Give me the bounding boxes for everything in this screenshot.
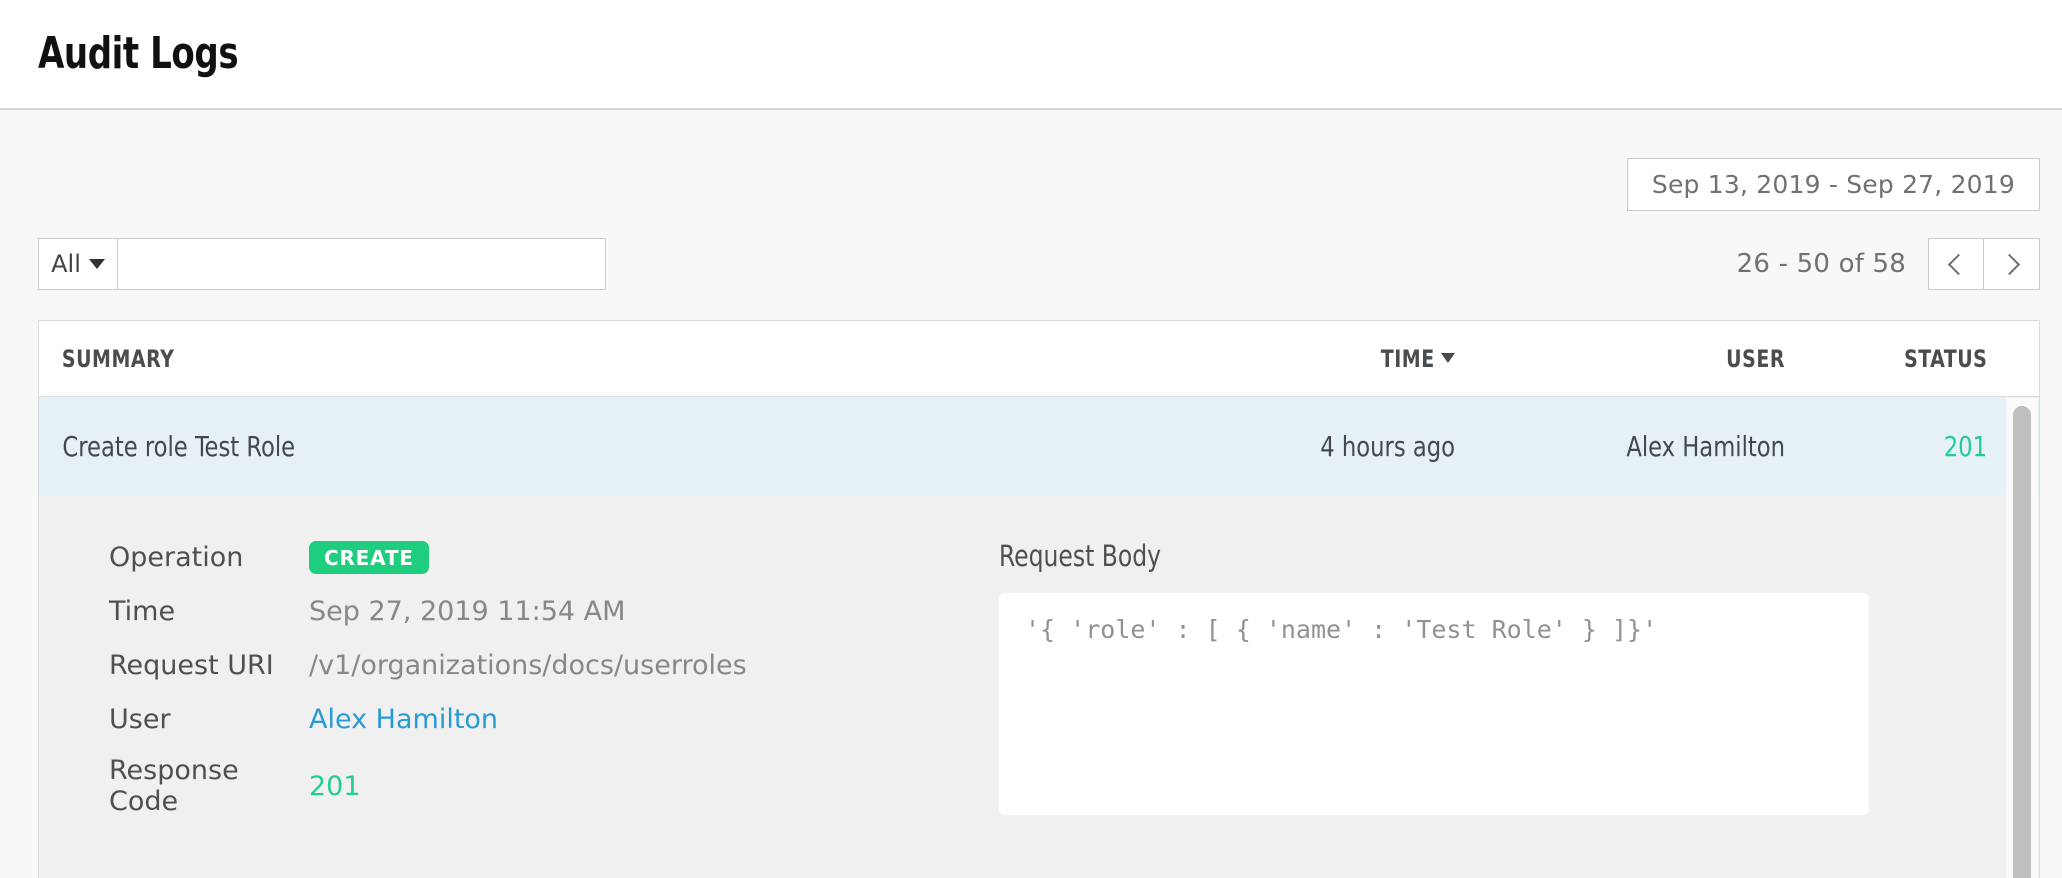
row-status: 201 — [1807, 430, 2005, 463]
request-body-label: Request Body — [999, 539, 1782, 573]
page-title: Audit Logs — [38, 32, 238, 76]
filter-dropdown-label: All — [51, 250, 81, 278]
column-header-time-label: Time — [1381, 345, 1435, 373]
request-body-content: '{ 'role' : [ { 'name' : 'Test Role' } ]… — [999, 593, 1869, 815]
detail-field-response-code: Response Code 201 — [109, 755, 999, 817]
row-summary: Create role Test Role — [39, 430, 953, 463]
detail-field-list: Operation CREATE Time Sep 27, 2019 11:54… — [39, 539, 999, 835]
detail-label-time: Time — [109, 596, 309, 627]
detail-label-request-uri: Request URI — [109, 650, 309, 681]
date-range-picker[interactable]: Sep 13, 2019 - Sep 27, 2019 — [1627, 158, 2040, 211]
request-body-section: Request Body '{ 'role' : [ { 'name' : 'T… — [999, 539, 2039, 835]
table-scrollbar[interactable] — [2005, 398, 2038, 878]
detail-label-user: User — [109, 704, 309, 735]
detail-label-response-code: Response Code — [109, 755, 309, 817]
detail-value-request-uri: /v1/organizations/docs/userroles — [309, 650, 747, 681]
audit-logs-page: Audit Logs Sep 13, 2019 - Sep 27, 2019 A… — [0, 0, 2062, 878]
column-header-user[interactable]: User — [1495, 345, 1785, 373]
caret-down-icon — [89, 259, 105, 269]
table-scrollbar-thumb[interactable] — [2013, 406, 2031, 878]
column-header-time[interactable]: Time — [1103, 345, 1455, 373]
filter-row: All — [38, 238, 606, 290]
detail-field-time: Time Sep 27, 2019 11:54 AM — [109, 593, 999, 629]
detail-value-user-link[interactable]: Alex Hamilton — [309, 704, 498, 735]
date-range-label: Sep 13, 2019 - Sep 27, 2019 — [1652, 170, 2015, 199]
detail-value-time: Sep 27, 2019 11:54 AM — [309, 596, 625, 627]
search-input[interactable] — [118, 238, 606, 290]
pagination-range: 26 - 50 of 58 — [1737, 249, 1906, 279]
toolbar: Sep 13, 2019 - Sep 27, 2019 All 26 - 50 … — [0, 110, 2062, 320]
detail-value-response-code: 201 — [309, 771, 361, 802]
table-header-row: Summary Time User Status — [39, 321, 2039, 397]
row-user: Alex Hamilton — [1488, 430, 1785, 463]
chevron-right-icon — [1999, 253, 2020, 274]
table-row[interactable]: Create role Test Role 4 hours ago Alex H… — [39, 397, 2039, 495]
pagination-next-button[interactable] — [1984, 238, 2040, 290]
column-header-summary[interactable]: Summary — [39, 345, 933, 373]
operation-badge: CREATE — [309, 541, 429, 574]
detail-label-operation: Operation — [109, 542, 309, 573]
detail-field-user: User Alex Hamilton — [109, 701, 999, 737]
caret-down-icon — [1441, 353, 1455, 363]
filter-dropdown[interactable]: All — [38, 238, 118, 290]
detail-field-request-uri: Request URI /v1/organizations/docs/userr… — [109, 647, 999, 683]
chevron-left-icon — [1947, 253, 1968, 274]
detail-field-operation: Operation CREATE — [109, 539, 999, 575]
pagination-buttons — [1928, 238, 2040, 290]
column-header-status[interactable]: Status — [1811, 345, 2005, 373]
page-header: Audit Logs — [0, 0, 2062, 110]
row-time: 4 hours ago — [1095, 430, 1455, 463]
audit-logs-table: Summary Time User Status Create role Tes… — [38, 320, 2040, 878]
pagination: 26 - 50 of 58 — [1737, 238, 2040, 290]
row-detail-panel: Operation CREATE Time Sep 27, 2019 11:54… — [39, 495, 2039, 878]
pagination-prev-button[interactable] — [1928, 238, 1984, 290]
